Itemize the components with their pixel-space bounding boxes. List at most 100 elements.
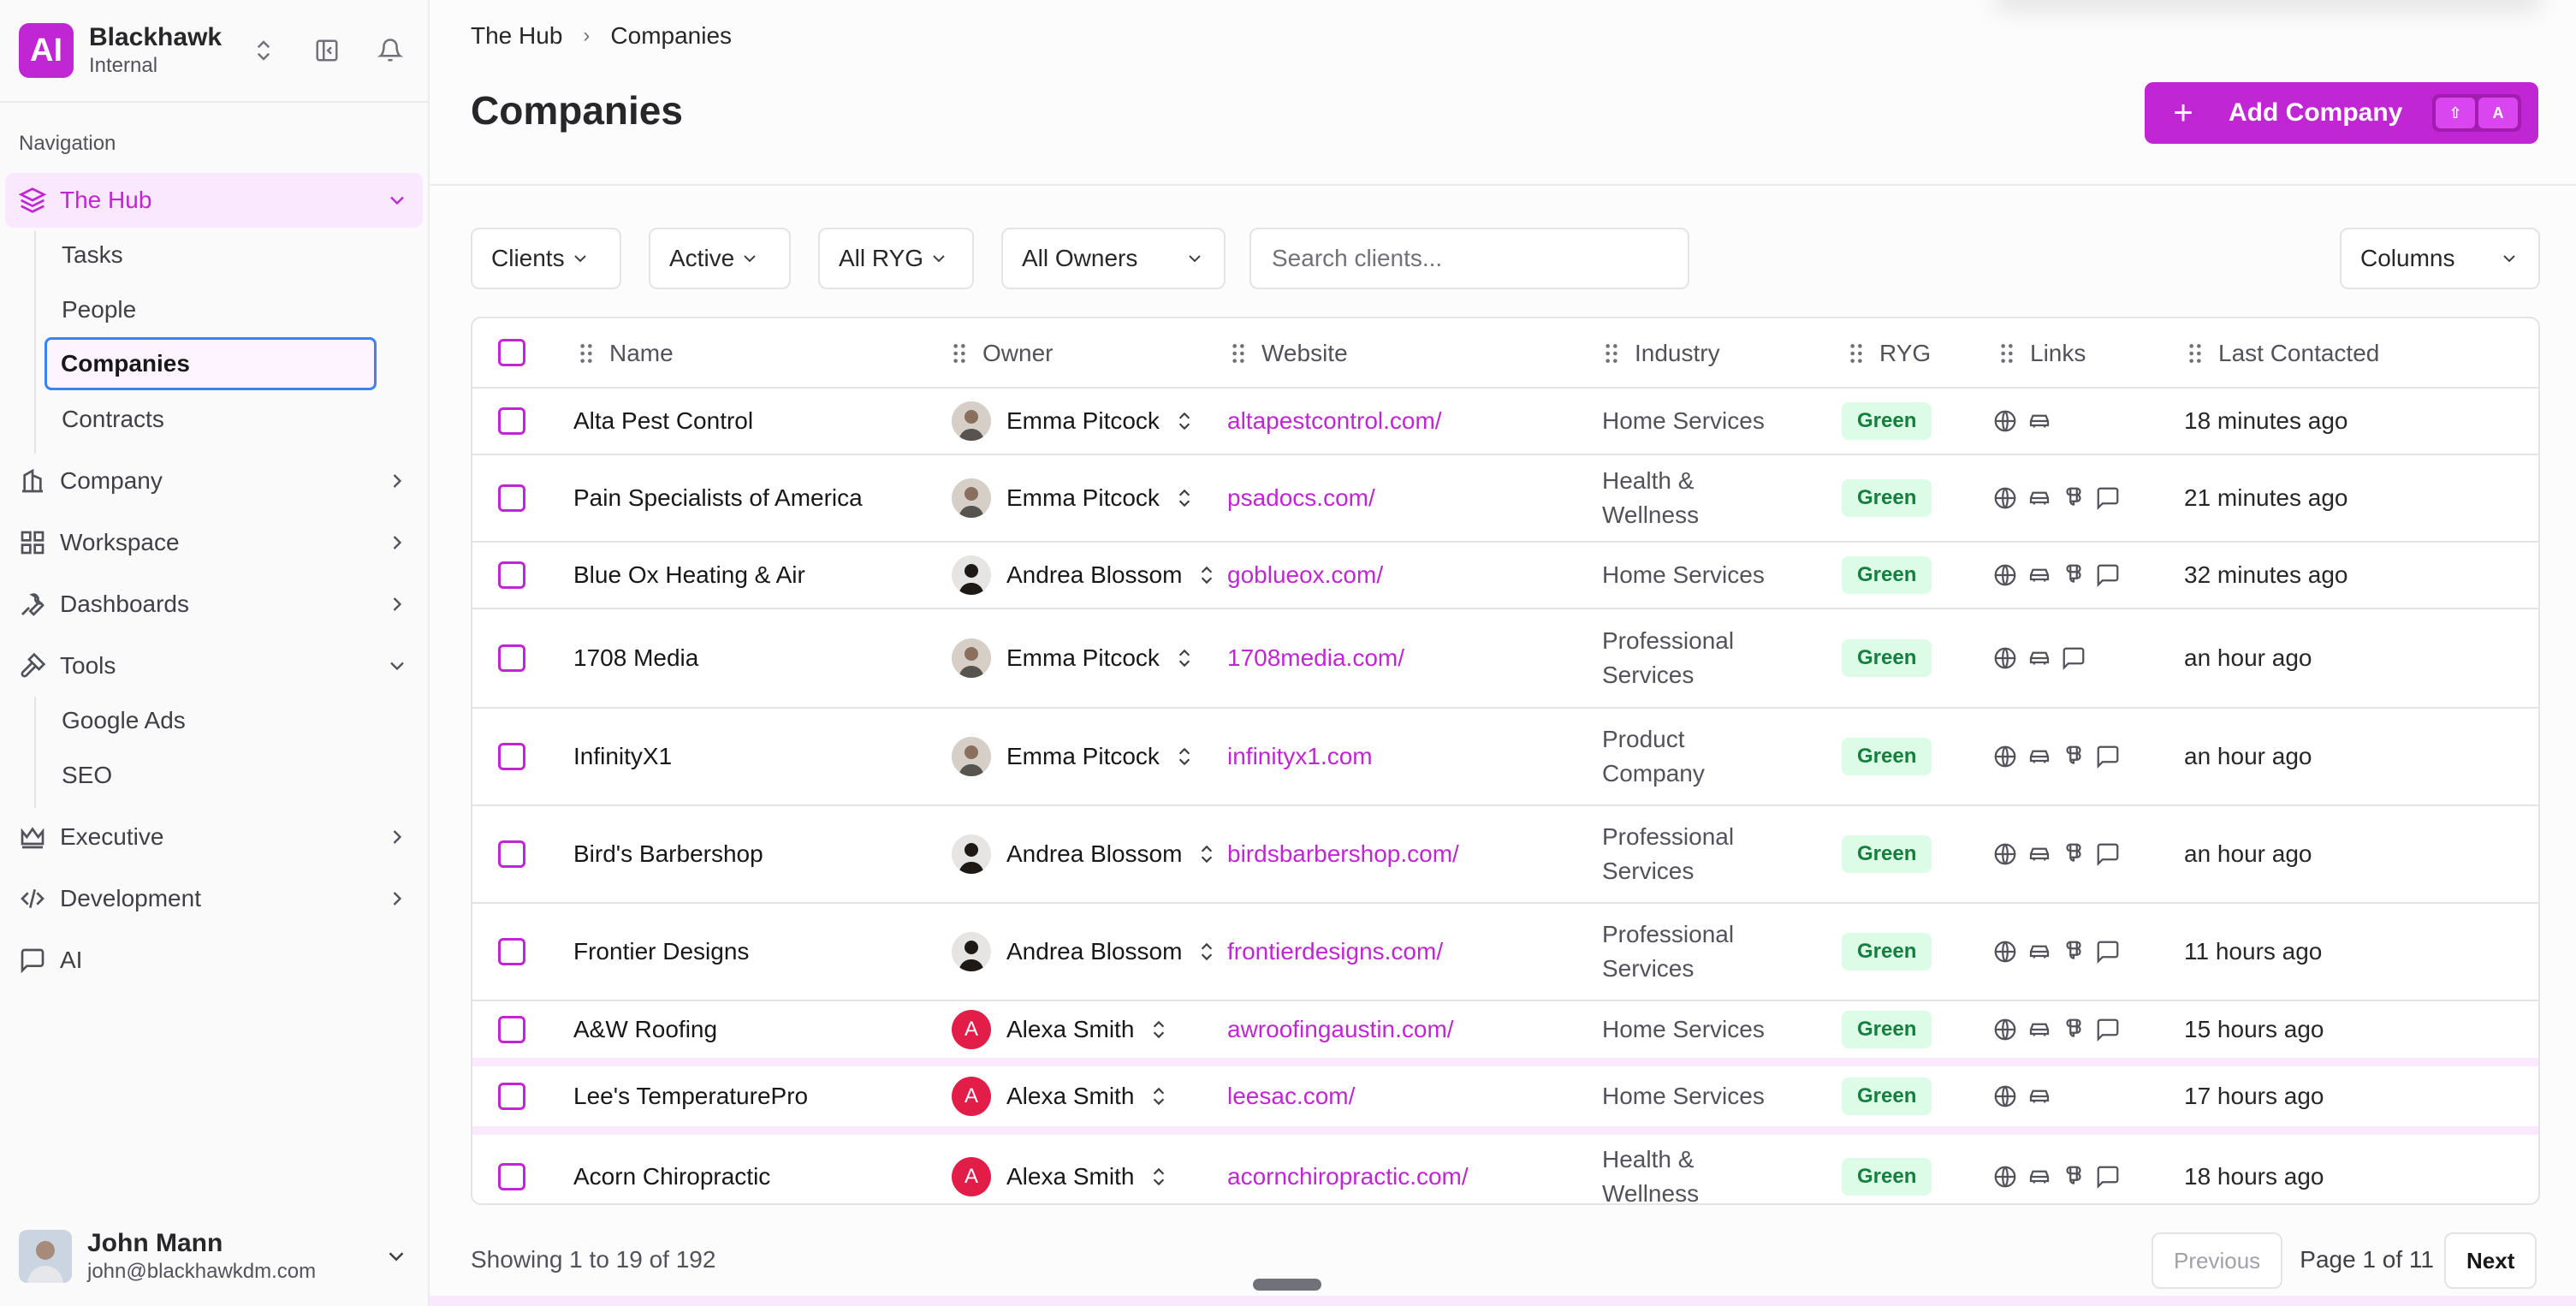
company-name[interactable]: Bird's Barbershop	[573, 806, 763, 902]
figma-icon[interactable]	[2061, 744, 2086, 769]
car-icon[interactable]	[2027, 1083, 2052, 1109]
column-header-ryg[interactable]: RYG	[1849, 318, 1931, 389]
column-header-industry[interactable]: Industry	[1604, 318, 1720, 389]
website-link[interactable]: infinityx1.com	[1227, 709, 1373, 804]
nav-item-the-hub[interactable]: The Hub	[5, 173, 423, 228]
car-icon[interactable]	[2027, 1017, 2052, 1042]
owner-cell[interactable]: Andrea Blossom	[952, 904, 1218, 1000]
filter-type-select[interactable]: Clients	[471, 228, 621, 289]
company-name[interactable]: Alta Pest Control	[573, 389, 753, 454]
nav-sub-contracts[interactable]: Contracts	[45, 394, 377, 445]
row-checkbox[interactable]	[498, 407, 525, 435]
message-square-icon[interactable]	[2061, 645, 2086, 671]
website-link[interactable]: acornchiropractic.com/	[1227, 1135, 1469, 1203]
globe-icon[interactable]	[1992, 645, 2018, 671]
table-row[interactable]: 1708 Media Emma Pitcock 1708media.com/Prof…	[472, 609, 2538, 709]
website-link[interactable]: leesac.com/	[1227, 1066, 1355, 1126]
filter-owners-select[interactable]: All Owners	[1001, 228, 1226, 289]
table-row[interactable]: Acorn Chiropractic A Alexa Smith acornchiro…	[472, 1135, 2538, 1203]
figma-icon[interactable]	[2061, 485, 2086, 511]
grip-icon[interactable]	[579, 342, 594, 365]
column-header-last-contacted[interactable]: Last Contacted	[2187, 318, 2379, 389]
website-link[interactable]: altapestcontrol.com/	[1227, 389, 1442, 454]
company-name[interactable]: 1708 Media	[573, 609, 698, 707]
row-checkbox[interactable]	[498, 1016, 525, 1043]
row-checkbox[interactable]	[498, 743, 525, 770]
scroll-handle[interactable]	[1253, 1279, 1321, 1291]
company-name[interactable]: Frontier Designs	[573, 904, 749, 1000]
nav-item-dashboards[interactable]: Dashboards	[5, 577, 423, 632]
add-company-button[interactable]: + Add Company ⇧ A	[2145, 82, 2538, 144]
company-name[interactable]: InfinityX1	[573, 709, 672, 804]
nav-sub-people[interactable]: People	[45, 284, 377, 335]
nav-sub-tasks[interactable]: Tasks	[45, 229, 377, 281]
message-square-icon[interactable]	[2095, 841, 2121, 867]
message-square-icon[interactable]	[2095, 744, 2121, 769]
company-name[interactable]: Lee's TemperaturePro	[573, 1066, 808, 1126]
table-row[interactable]: InfinityX1 Emma Pitcock infinityx1.com Prod…	[472, 709, 2538, 806]
nav-item-development[interactable]: Development	[5, 871, 423, 926]
row-checkbox[interactable]	[498, 1083, 525, 1110]
figma-icon[interactable]	[2061, 1164, 2086, 1190]
website-link[interactable]: goblueox.com/	[1227, 543, 1383, 608]
nav-item-company[interactable]: Company	[5, 454, 423, 508]
owner-cell[interactable]: A Alexa Smith	[952, 1066, 1170, 1126]
nav-item-workspace[interactable]: Workspace	[5, 515, 423, 570]
breadcrumb-root[interactable]: The Hub	[471, 22, 562, 50]
nav-item-tools[interactable]: Tools	[5, 638, 423, 693]
bell-icon[interactable]	[371, 32, 409, 69]
row-checkbox[interactable]	[498, 561, 525, 589]
owner-cell[interactable]: Andrea Blossom	[952, 543, 1218, 608]
grip-icon[interactable]	[1604, 342, 1619, 365]
car-icon[interactable]	[2027, 645, 2052, 671]
table-row[interactable]: Lee's TemperaturePro A Alexa Smith leesac.c…	[472, 1066, 2538, 1135]
car-icon[interactable]	[2027, 841, 2052, 867]
nav-sub-google-ads[interactable]: Google Ads	[45, 695, 377, 746]
grip-icon[interactable]	[1999, 342, 2015, 365]
chevrons-up-down-icon[interactable]	[1173, 647, 1196, 669]
globe-icon[interactable]	[1992, 408, 2018, 434]
website-link[interactable]: 1708media.com/	[1227, 609, 1404, 707]
grip-icon[interactable]	[952, 342, 967, 365]
message-square-icon[interactable]	[2095, 1164, 2121, 1190]
table-row[interactable]: Alta Pest Control Emma Pitcock altapestcon…	[472, 389, 2538, 455]
company-name[interactable]: Blue Ox Heating & Air	[573, 543, 805, 608]
globe-icon[interactable]	[1992, 562, 2018, 588]
globe-icon[interactable]	[1992, 485, 2018, 511]
chevrons-up-down-icon[interactable]	[245, 32, 282, 69]
chevrons-up-down-icon[interactable]	[1196, 941, 1218, 963]
chevrons-up-down-icon[interactable]	[1148, 1018, 1170, 1041]
grip-icon[interactable]	[1231, 342, 1246, 365]
nav-item-ai[interactable]: AI	[5, 933, 423, 988]
globe-icon[interactable]	[1992, 939, 2018, 965]
column-header-links[interactable]: Links	[1999, 318, 2086, 389]
nav-sub-seo[interactable]: SEO	[45, 750, 377, 801]
company-name[interactable]: Pain Specialists of America	[573, 455, 863, 541]
company-name[interactable]: Acorn Chiropractic	[573, 1135, 770, 1203]
globe-icon[interactable]	[1992, 841, 2018, 867]
column-header-name[interactable]: Name	[579, 318, 674, 389]
chevrons-up-down-icon[interactable]	[1196, 843, 1218, 865]
search-input[interactable]	[1249, 228, 1689, 289]
globe-icon[interactable]	[1992, 744, 2018, 769]
nav-item-executive[interactable]: Executive	[5, 810, 423, 864]
row-checkbox[interactable]	[498, 484, 525, 512]
chevrons-up-down-icon[interactable]	[1173, 745, 1196, 768]
user-menu[interactable]: John Mann john@blackhawkdm.com	[0, 1207, 428, 1306]
car-icon[interactable]	[2027, 1164, 2052, 1190]
owner-cell[interactable]: Emma Pitcock	[952, 389, 1196, 454]
message-square-icon[interactable]	[2095, 562, 2121, 588]
owner-cell[interactable]: Andrea Blossom	[952, 806, 1218, 902]
table-row[interactable]: A&W Roofing A Alexa Smith awroofingaustin.c…	[472, 1001, 2538, 1066]
column-header-owner[interactable]: Owner	[952, 318, 1053, 389]
message-square-icon[interactable]	[2095, 939, 2121, 965]
row-checkbox[interactable]	[498, 644, 525, 672]
workspace-switcher[interactable]: AI Blackhawk Internal	[0, 0, 428, 103]
row-checkbox[interactable]	[498, 1163, 525, 1190]
figma-icon[interactable]	[2061, 1017, 2086, 1042]
table-row[interactable]: Pain Specialists of America Emma Pitcock p…	[472, 455, 2538, 543]
globe-icon[interactable]	[1992, 1164, 2018, 1190]
table-row[interactable]: Frontier Designs Andrea Blossom frontierde…	[472, 904, 2538, 1001]
select-all-checkbox[interactable]	[498, 339, 525, 366]
table-row[interactable]: Bird's Barbershop Andrea Blossom birdsbarb…	[472, 806, 2538, 904]
